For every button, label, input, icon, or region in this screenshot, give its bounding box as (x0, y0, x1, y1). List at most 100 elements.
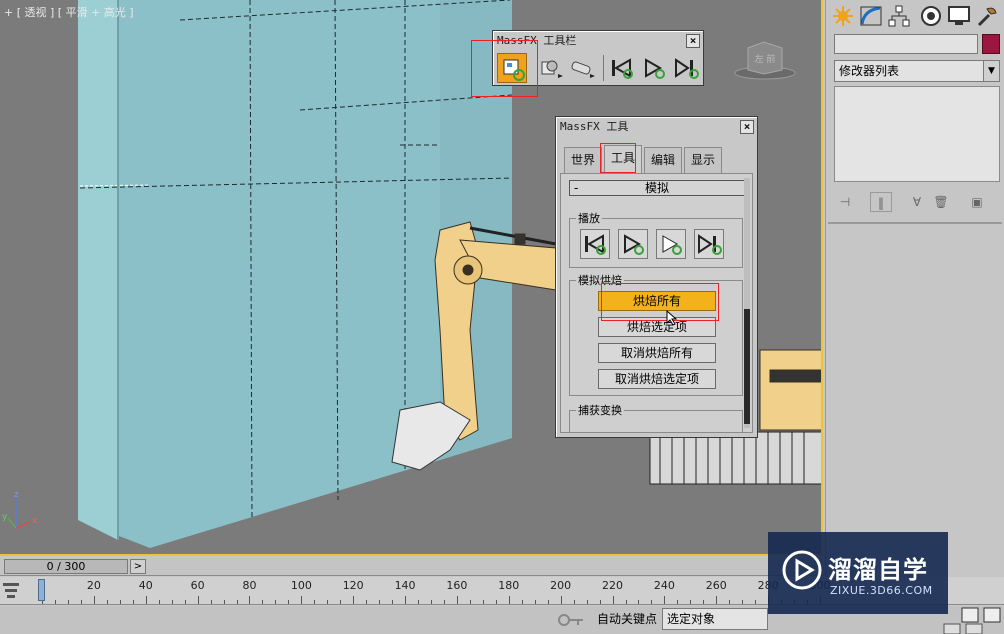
filter-icon[interactable] (2, 581, 20, 599)
timeline-tick (534, 600, 536, 604)
watermark-logo: 溜溜自学 ZIXUE.3D66.COM (768, 532, 948, 614)
massfx-toolbar-panel: MassFX 工具栏 × (492, 30, 704, 86)
timeline-tick-label: 180 (498, 579, 520, 592)
timeline-tick (184, 600, 186, 604)
timeline-tick (288, 600, 290, 604)
timeline-tick (158, 600, 160, 604)
timeline-tick (625, 600, 627, 604)
timeline-tick-label: 80 (242, 579, 257, 592)
display-icon[interactable] (946, 4, 972, 28)
utilities-icon[interactable] (974, 4, 1000, 28)
timeline-tick (80, 600, 82, 604)
modify-icon[interactable] (858, 4, 884, 28)
timeline-tick-label: 260 (705, 579, 727, 592)
tab-display[interactable]: 显示 (684, 147, 722, 173)
reset-sim-button[interactable] (580, 229, 610, 259)
key-filter-dropdown[interactable]: 选定对象 (662, 608, 768, 630)
time-slider[interactable]: 0 / 300 > (0, 558, 823, 576)
remove-modifier-icon[interactable]: 🗑 (930, 192, 952, 212)
object-color-swatch[interactable] (982, 34, 1000, 54)
massfx-tools-button[interactable] (497, 53, 527, 83)
frame-counter[interactable]: 0 / 300 (4, 559, 128, 574)
play-logo-icon (782, 550, 822, 590)
timeline-tick (210, 600, 212, 604)
timeline-tick (236, 600, 238, 604)
timeline-tick (392, 600, 394, 604)
step-sim-button[interactable] (671, 53, 701, 83)
motion-icon[interactable] (918, 4, 944, 28)
modifier-stack[interactable] (834, 86, 1000, 182)
timeline-tick (197, 596, 199, 604)
play-once-button[interactable] (656, 229, 686, 259)
close-icon[interactable]: × (740, 120, 754, 134)
time-cursor[interactable] (38, 579, 45, 601)
pin-stack-icon[interactable]: ⊣ (834, 192, 856, 212)
bake-group: 模拟烘焙 烘焙所有 烘焙选定项 取消烘焙所有 取消烘焙选定项 (569, 272, 743, 396)
bake-all-button[interactable]: 烘焙所有 (598, 291, 716, 311)
timeline-tick (755, 600, 757, 604)
key-icon[interactable] (556, 610, 586, 630)
make-unique-icon[interactable]: ∀ (906, 192, 928, 212)
viewport-nav-icons[interactable] (940, 606, 1004, 634)
watermark-subtitle: ZIXUE.3D66.COM (830, 584, 933, 597)
bake-selected-button[interactable]: 烘焙选定项 (598, 317, 716, 337)
configure-sets-icon[interactable]: ▣ (966, 192, 988, 212)
unbake-all-button[interactable]: 取消烘焙所有 (598, 343, 716, 363)
timeline-tick (612, 596, 614, 604)
massfx-tools-title[interactable]: MassFX 工具 × (556, 117, 757, 137)
timeline-tick (586, 600, 588, 604)
capture-label: 捕获变换 (576, 402, 624, 418)
rollout-simulation-header[interactable]: - 模拟 (569, 180, 745, 196)
unbake-selected-button[interactable]: 取消烘焙选定项 (598, 369, 716, 389)
step-sim-icon (698, 234, 722, 255)
auto-key-button[interactable]: 自动关键点 (594, 608, 660, 630)
massfx-toolbar-title[interactable]: MassFX 工具栏 × (493, 31, 703, 51)
tab-edit[interactable]: 编辑 (644, 147, 682, 173)
timeline-tick (119, 600, 121, 604)
timeline-tick (405, 596, 407, 604)
viewcube-icon[interactable]: 左 前 (734, 40, 796, 80)
timeline-tick (716, 596, 718, 604)
play-sim-button[interactable] (618, 229, 648, 259)
timeline-tick (171, 600, 173, 604)
timeline-tick-label: 100 (290, 579, 312, 592)
timeline-tick (314, 600, 316, 604)
timeline-tick-label: 120 (342, 579, 364, 592)
timeline-tick (703, 600, 705, 604)
tab-world[interactable]: 世界 (564, 147, 602, 173)
axis-x-label: x (32, 516, 38, 526)
massfx-tools-icon (503, 59, 525, 81)
viewport-label[interactable]: + [ 透视 ] [ 平滑 + 高光 ] (4, 4, 134, 20)
rigid-body-button[interactable] (535, 53, 565, 83)
timeline-tick (327, 600, 329, 604)
timeline-tick (223, 600, 225, 604)
massfx-tools-panel: MassFX 工具 × 世界 工具 编辑 显示 - 模拟 播放 模拟烘焙 烘焙所… (555, 116, 758, 438)
timeline-tick (742, 600, 744, 604)
timeline-tick (482, 600, 484, 604)
tools-tab-body: - 模拟 播放 模拟烘焙 烘焙所有 烘焙选定项 取消烘焙所有 取消烘焙选定项 捕… (560, 173, 753, 433)
step-sim-button[interactable] (694, 229, 724, 259)
timeline-tick (638, 600, 640, 604)
timeline-tick (249, 596, 251, 604)
timeline-tick (729, 600, 731, 604)
object-name-field[interactable] (834, 34, 978, 54)
close-icon[interactable]: × (686, 34, 700, 48)
timeline-tick-label: 40 (138, 579, 153, 592)
scrollbar-thumb[interactable] (744, 309, 750, 424)
modifier-list-dropdown[interactable]: 修改器列表 ▼ (834, 60, 1000, 82)
playback-group: 播放 (569, 210, 743, 268)
hierarchy-icon[interactable] (886, 4, 912, 28)
show-end-result-icon[interactable]: ‖ (870, 192, 892, 212)
timeline-tick (456, 596, 458, 604)
tab-tools[interactable]: 工具 (604, 145, 642, 173)
timeline-tick (262, 600, 264, 604)
next-frame-button[interactable]: > (130, 559, 146, 574)
collapse-icon: - (574, 181, 579, 195)
cloth-icon (571, 61, 595, 78)
reset-sim-button[interactable] (607, 53, 637, 83)
timeline-tick (547, 600, 549, 604)
cloth-button[interactable] (567, 53, 597, 83)
chevron-down-icon: ▼ (983, 61, 999, 81)
create-icon[interactable] (830, 4, 856, 28)
play-sim-button[interactable] (639, 53, 669, 83)
